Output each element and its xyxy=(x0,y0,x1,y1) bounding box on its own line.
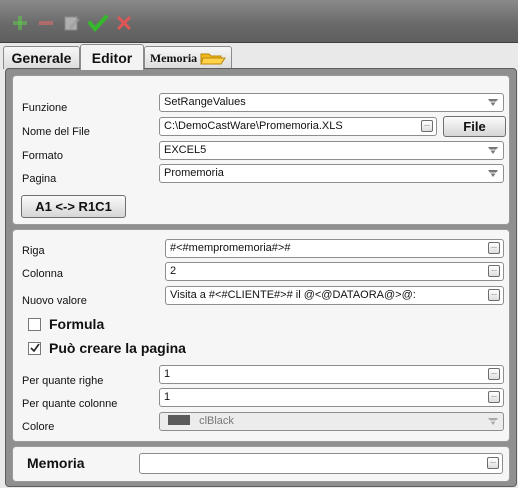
nuovo-valore-label: Nuovo valore xyxy=(22,295,87,307)
ellipsis-button[interactable]: ... xyxy=(488,289,500,301)
nome-file-label: Nome del File xyxy=(22,126,90,138)
pagina-select[interactable]: Promemoria xyxy=(159,164,504,183)
nome-file-input[interactable]: C:\DemoCastWare\Promemoria.XLS ... xyxy=(159,117,437,136)
pagina-value: Promemoria xyxy=(164,167,224,179)
per-quante-righe-label: Per quante righe xyxy=(22,375,104,387)
ellipsis-button[interactable]: ... xyxy=(488,265,500,277)
a1-r1c1-button[interactable]: A1 <-> R1C1 xyxy=(21,195,126,218)
colore-label: Colore xyxy=(22,421,55,433)
colore-value: clBlack xyxy=(199,415,234,427)
checkmark-icon[interactable] xyxy=(88,13,108,33)
tab-bar: Generale Editor Memoria xyxy=(0,43,518,70)
dropdown-arrow-icon xyxy=(488,147,498,154)
checkmark-icon xyxy=(29,343,40,353)
ellipsis-button[interactable]: ... xyxy=(488,391,500,403)
tab-editor[interactable]: Editor xyxy=(80,44,144,70)
memoria-input[interactable]: ... xyxy=(139,453,503,474)
edit-icon[interactable] xyxy=(62,13,82,33)
per-quante-colonne-input[interactable]: 1 ... xyxy=(159,388,504,407)
colonna-input[interactable]: 2 ... xyxy=(165,262,504,281)
tab-memoria-label: Memoria xyxy=(149,50,198,65)
tab-generale-label: Generale xyxy=(11,50,72,66)
memoria-section: Memoria ... xyxy=(12,446,510,482)
per-quante-righe-value: 1 xyxy=(164,368,171,380)
file-settings-section: Funzione SetRangeValues Nome del File C:… xyxy=(12,75,510,225)
puo-creare-label: Può creare la pagina xyxy=(49,340,186,356)
funzione-value: SetRangeValues xyxy=(164,96,246,108)
tab-editor-label: Editor xyxy=(91,49,133,66)
nuovo-valore-input[interactable]: Visita a #<#CLIENTE#># il @<@DATAORA@>@:… xyxy=(165,286,504,305)
ellipsis-button[interactable]: ... xyxy=(488,242,500,254)
dropdown-arrow-icon xyxy=(488,418,498,425)
dropdown-arrow-icon xyxy=(488,170,498,177)
ellipsis-button[interactable]: ... xyxy=(421,120,433,132)
pagina-label: Pagina xyxy=(22,173,57,185)
ellipsis-button[interactable]: ... xyxy=(487,457,499,469)
formula-label: Formula xyxy=(49,316,105,332)
colore-select[interactable]: clBlack xyxy=(159,412,504,431)
close-icon[interactable] xyxy=(114,13,134,33)
formato-label: Formato xyxy=(22,150,63,162)
per-quante-colonne-label: Per quante colonne xyxy=(22,398,118,410)
toolbar xyxy=(0,0,518,43)
memoria-label: Memoria xyxy=(27,455,85,471)
tab-generale[interactable]: Generale xyxy=(3,46,80,69)
a1-r1c1-label: A1 <-> R1C1 xyxy=(35,199,112,214)
tab-memoria[interactable]: Memoria xyxy=(144,46,232,69)
riga-value: #<#mempromemoria#># xyxy=(170,242,291,254)
formato-value: EXCEL5 xyxy=(164,144,207,156)
minus-icon[interactable] xyxy=(36,13,56,33)
formula-checkbox-box[interactable] xyxy=(28,317,41,331)
formula-checkbox[interactable]: Formula xyxy=(28,316,104,332)
puo-creare-checkbox-box[interactable] xyxy=(28,341,41,355)
cell-settings-section: Riga #<#mempromemoria#># ... Colonna 2 .… xyxy=(12,229,510,442)
ellipsis-button[interactable]: ... xyxy=(488,368,500,380)
per-quante-colonne-value: 1 xyxy=(164,391,171,403)
colonna-label: Colonna xyxy=(22,268,63,280)
formato-select[interactable]: EXCEL5 xyxy=(159,141,504,160)
dropdown-arrow-icon xyxy=(488,99,498,106)
file-button[interactable]: File xyxy=(443,116,506,137)
nuovo-valore-value: Visita a #<#CLIENTE#># il @<@DATAORA@>@: xyxy=(170,289,416,301)
color-swatch xyxy=(168,415,190,425)
folder-icon xyxy=(200,53,227,65)
riga-label: Riga xyxy=(22,245,45,257)
funzione-select[interactable]: SetRangeValues xyxy=(159,93,504,112)
plus-icon[interactable] xyxy=(10,13,30,33)
file-button-label: File xyxy=(463,119,486,134)
nome-file-value: C:\DemoCastWare\Promemoria.XLS xyxy=(164,120,343,132)
puo-creare-checkbox[interactable]: Può creare la pagina xyxy=(28,340,186,356)
colonna-value: 2 xyxy=(170,265,177,277)
per-quante-righe-input[interactable]: 1 ... xyxy=(159,365,504,384)
editor-panel: Funzione SetRangeValues Nome del File C:… xyxy=(5,68,517,487)
riga-input[interactable]: #<#mempromemoria#># ... xyxy=(165,239,504,258)
funzione-label: Funzione xyxy=(22,102,68,114)
